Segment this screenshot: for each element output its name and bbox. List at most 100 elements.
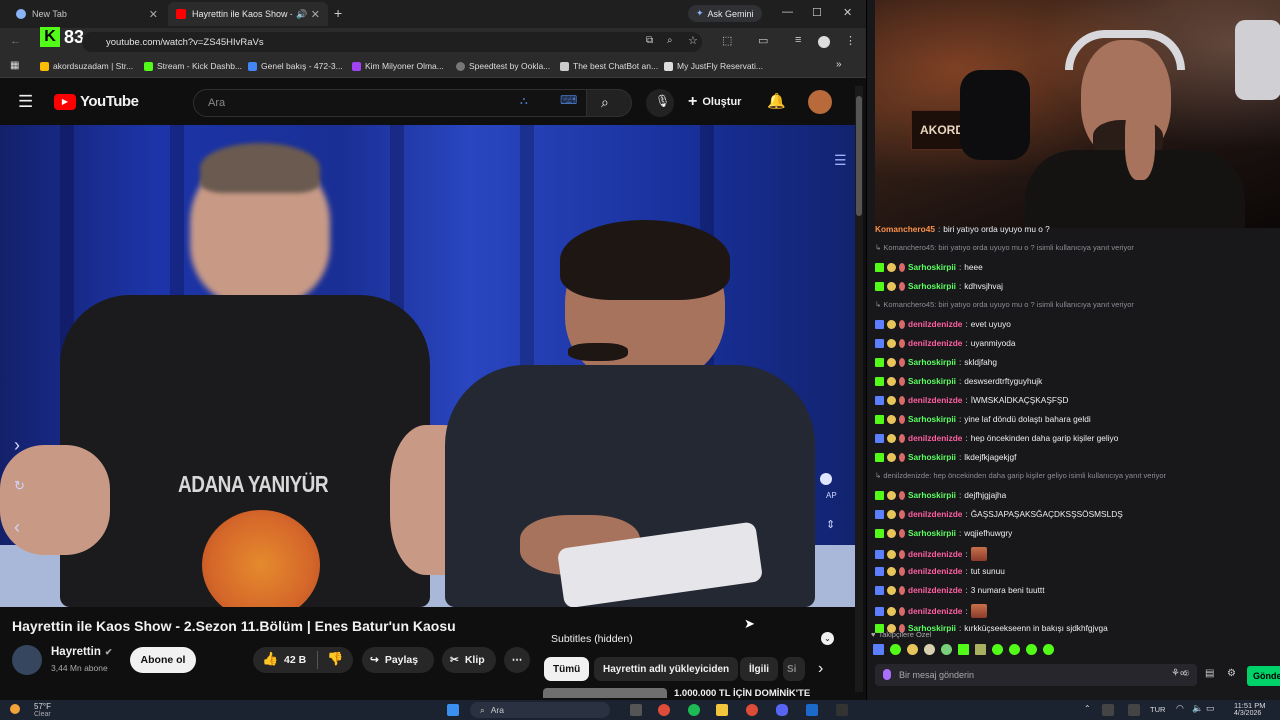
hamburger-menu-icon[interactable]: ☰: [18, 92, 33, 112]
reload-icon[interactable]: ↻: [14, 478, 25, 494]
emote-icon[interactable]: [890, 644, 901, 655]
avatar[interactable]: [808, 90, 832, 114]
chat-username[interactable]: Sarhoskirpii: [908, 357, 956, 367]
chat-username[interactable]: denilzdenizde: [908, 338, 962, 348]
shop-icon[interactable]: ▤: [1205, 668, 1214, 679]
language-indicator[interactable]: TUR: [1150, 705, 1165, 714]
sidepanel-icon[interactable]: ▭: [758, 34, 768, 47]
channel-name[interactable]: Hayrettin: [51, 646, 101, 658]
overlay-dot[interactable]: [820, 473, 832, 485]
downloads-icon[interactable]: ≡: [795, 34, 801, 46]
like-count[interactable]: 42 B: [284, 654, 306, 666]
scrollbar-thumb[interactable]: [856, 96, 862, 216]
playlist-icon[interactable]: ☰: [834, 152, 847, 169]
emote-icon[interactable]: [924, 644, 935, 655]
emote-icon[interactable]: [975, 644, 986, 655]
cast-icon[interactable]: ⧉: [646, 35, 653, 46]
address-bar[interactable]: youtube.com/watch?v=ZS45HIvRaVs: [82, 32, 702, 52]
chat-username[interactable]: Sarhoskirpii: [908, 376, 956, 386]
menu-kebab-icon[interactable]: ⋮: [845, 34, 856, 47]
video-player[interactable]: ADANA YANIYÜR ☰ › ↻ ‹ AP ⇕: [0, 125, 855, 607]
minimize-icon[interactable]: —: [782, 6, 793, 18]
back-icon[interactable]: ←: [10, 35, 21, 47]
expand-arrows-icon[interactable]: ⇕: [826, 518, 835, 531]
emote-icon[interactable]: [1043, 644, 1054, 655]
discord-icon[interactable]: [776, 704, 788, 716]
send-button[interactable]: Gönder: [1247, 666, 1280, 686]
chips-next-icon[interactable]: ›: [818, 660, 823, 678]
subscribe-button[interactable]: Abone ol: [130, 647, 196, 673]
chat-username[interactable]: denilzdenizde: [908, 566, 962, 576]
chat-username[interactable]: Komanchero45: [875, 224, 935, 234]
share-button[interactable]: ↪ Paylaş: [362, 647, 434, 673]
dislike-icon[interactable]: 👎: [327, 651, 343, 667]
chat-username[interactable]: denilzdenizde: [908, 549, 962, 559]
chat-username[interactable]: Sarhoskirpii: [908, 262, 956, 272]
emote-icon[interactable]: [873, 644, 884, 655]
tray-app-icon[interactable]: [1128, 704, 1140, 716]
profile-avatar[interactable]: [818, 36, 830, 48]
maximize-icon[interactable]: ☐: [812, 6, 822, 19]
app-icon[interactable]: [836, 704, 848, 716]
subtitles-panel-header[interactable]: Subtitles (hidden) ⌄: [544, 626, 840, 652]
next-video-thumbnail[interactable]: [543, 688, 667, 698]
bookmark-item[interactable]: Genel bakış - 472-3...: [248, 61, 343, 71]
chat-username[interactable]: denilzdenizde: [908, 319, 962, 329]
chat-mic-icon[interactable]: [883, 669, 891, 680]
emote-icon[interactable]: [992, 644, 1003, 655]
tray-chevron-icon[interactable]: ⌃: [1084, 704, 1091, 713]
chip-all[interactable]: Tümü: [544, 657, 590, 681]
page-scrollbar[interactable]: [855, 86, 863, 692]
emote-icon[interactable]: [1009, 644, 1020, 655]
emote-icon[interactable]: [958, 644, 969, 655]
extensions-icon[interactable]: ⬚: [722, 34, 732, 47]
bookmark-item[interactable]: My JustFly Reservati...: [664, 61, 763, 71]
next-video-title[interactable]: 1.000.000 TL İÇİN DOMİNİK'TE: [674, 688, 810, 699]
channel-avatar[interactable]: [12, 645, 42, 675]
chevron-right-icon[interactable]: ›: [14, 435, 20, 456]
create-button[interactable]: + Oluştur: [688, 93, 741, 111]
chip-related[interactable]: İlgili: [740, 657, 778, 681]
battery-icon[interactable]: ▭: [1206, 703, 1215, 714]
speaker-icon[interactable]: 🔊: [296, 9, 307, 20]
ask-gemini-button[interactable]: ✦ Ask Gemini: [688, 5, 762, 22]
task-view-icon[interactable]: [630, 704, 642, 716]
translate-icon[interactable]: ⛬: [520, 95, 528, 108]
wifi-icon[interactable]: ◠: [1176, 703, 1184, 714]
chat-input[interactable]: Bir mesaj gönderin ☺: [875, 664, 1197, 686]
bookmark-item[interactable]: Stream - Kick Dashb...: [144, 61, 242, 71]
chip-from-uploader[interactable]: Hayrettin adlı yükleyiciden: [594, 657, 739, 681]
search-button[interactable]: ⌕: [586, 89, 632, 117]
voice-search-button[interactable]: 🎙: [646, 89, 674, 117]
bookmark-star-icon[interactable]: ☆: [688, 34, 698, 47]
chat-username[interactable]: Sarhoskirpii: [908, 490, 956, 500]
new-tab-icon[interactable]: +: [334, 5, 342, 21]
chat-username[interactable]: Sarhoskirpii: [908, 281, 956, 291]
chat-username[interactable]: denilzdenizde: [908, 395, 962, 405]
bookmarks-more-icon[interactable]: »: [836, 59, 842, 70]
bookmark-item[interactable]: Kim Milyoner Olma...: [352, 61, 444, 71]
chip-partial[interactable]: Si: [783, 657, 805, 681]
taskbar-search[interactable]: ⌕ Ara: [470, 702, 610, 718]
volume-icon[interactable]: 🔈: [1192, 703, 1203, 714]
close-window-icon[interactable]: ✕: [843, 6, 852, 19]
zoom-icon[interactable]: ⌕: [667, 35, 673, 46]
chat-username[interactable]: Sarhoskirpii: [908, 528, 956, 538]
chat-username[interactable]: Sarhoskirpii: [908, 414, 956, 424]
steam-icon[interactable]: [806, 704, 818, 716]
settings-gear-icon[interactable]: ⚙: [1227, 668, 1236, 679]
bookmark-item[interactable]: Speedtest by Ookla...: [456, 61, 550, 71]
clip-button[interactable]: ✂ Klip: [442, 647, 496, 673]
bookmark-item[interactable]: The best ChatBot an...: [560, 61, 658, 71]
weather-temp[interactable]: 57°F: [34, 702, 51, 711]
chat-username[interactable]: denilzdenizde: [908, 433, 962, 443]
keyboard-icon[interactable]: ⌨: [560, 93, 577, 107]
close-tab-icon[interactable]: ✕: [311, 8, 320, 21]
chevron-down-icon[interactable]: ⌄: [821, 632, 834, 645]
clock-time[interactable]: 11:51 PM: [1234, 701, 1266, 710]
file-explorer-icon[interactable]: [716, 704, 728, 716]
close-tab-icon[interactable]: ✕: [149, 8, 158, 21]
bell-icon[interactable]: 🔔: [767, 92, 786, 110]
tray-app-icon[interactable]: [1102, 704, 1114, 716]
points-icon[interactable]: ⚘∞: [1171, 668, 1187, 679]
